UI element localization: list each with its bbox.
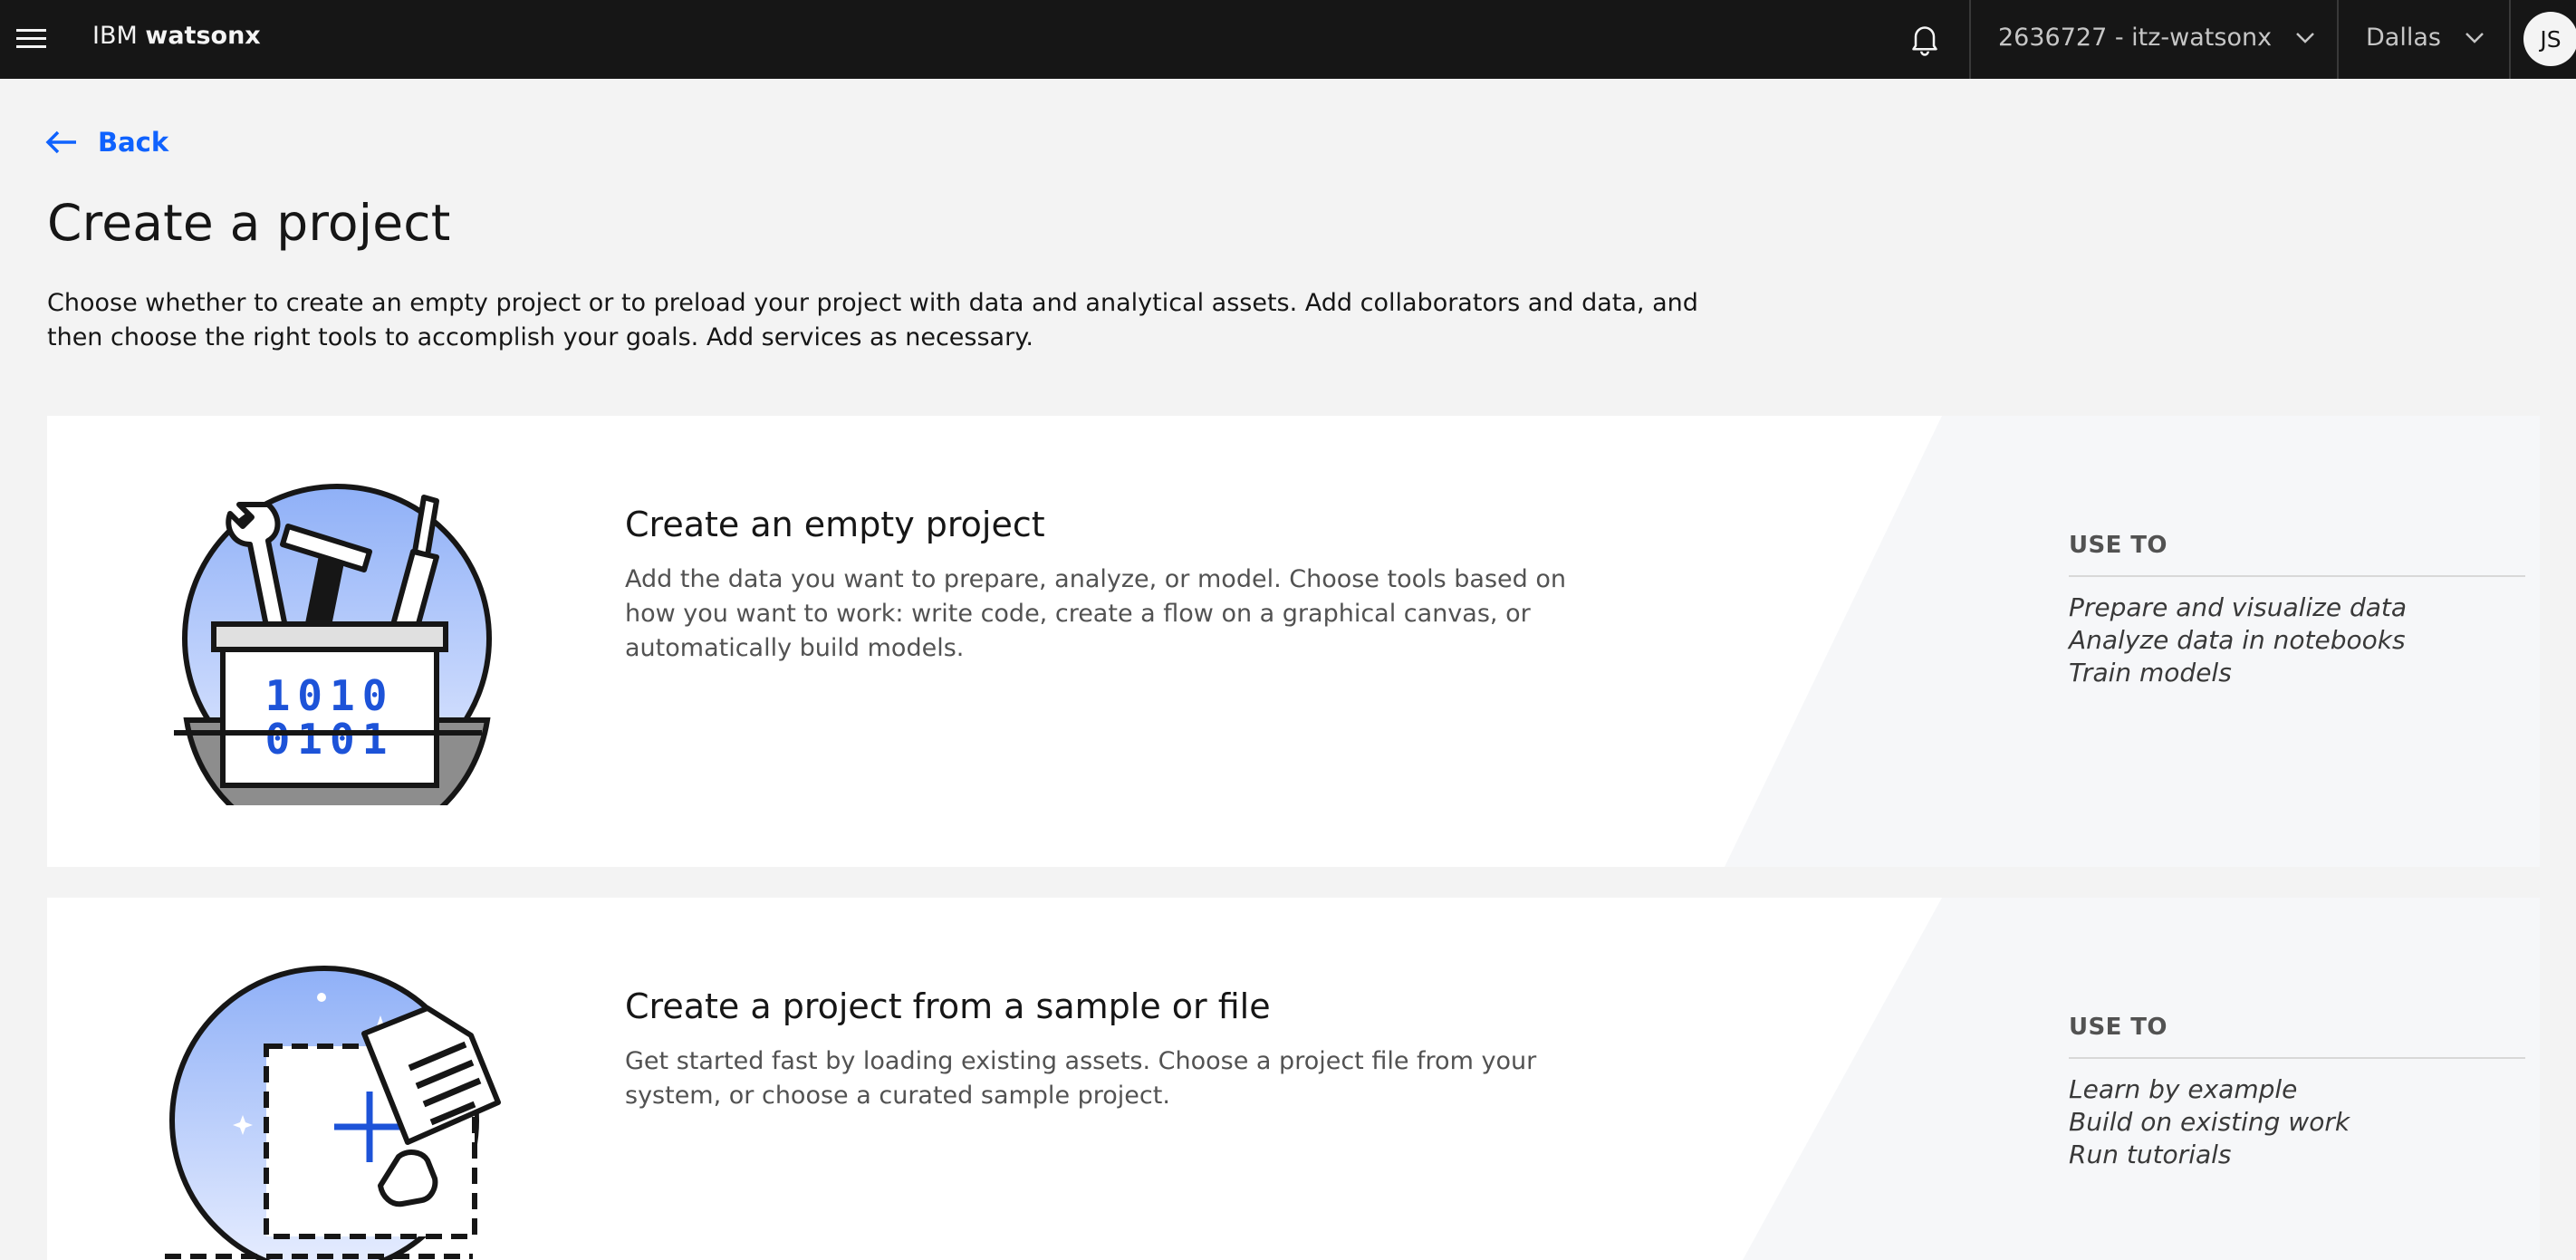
chevron-down-icon (2465, 33, 2484, 43)
use-to-item: Build on existing work (2069, 1107, 2350, 1137)
use-to-item: Run tutorials (2069, 1140, 2232, 1169)
hamburger-menu-icon[interactable] (16, 22, 49, 54)
card-description: Get started fast by loading existing ass… (625, 1047, 1537, 1110)
card-title: Create a project from a sample or file (625, 986, 1271, 1026)
use-to-label: USE TO (2069, 532, 2525, 577)
back-label: Back (98, 127, 169, 158)
region-switcher[interactable]: Dallas (2366, 20, 2485, 56)
illustration-binary-line: 1010 (265, 671, 395, 720)
use-to-item: Learn by example (2069, 1074, 2298, 1104)
notification-bell-icon[interactable] (1904, 18, 1946, 60)
use-to-item: Prepare and visualize data (2069, 592, 2408, 622)
use-to-item: Analyze data in notebooks (2069, 625, 2406, 655)
header-divider (2337, 0, 2339, 79)
header-divider (2509, 0, 2511, 79)
account-switcher[interactable]: 2636727 - itz-watsonx (1998, 20, 2315, 56)
avatar-initials: JS (2540, 25, 2562, 53)
chevron-down-icon (2296, 33, 2314, 43)
create-empty-project-card[interactable]: 1010 0101 Create an empty project Add th… (47, 416, 2540, 867)
page-description: Choose whether to create an empty projec… (47, 289, 1698, 351)
brand-name: watsonx (145, 22, 261, 50)
account-label: 2636727 - itz-watsonx (1998, 24, 2273, 52)
use-to-section: USE TO Prepare and visualize data Analyz… (2069, 532, 2525, 689)
product-brand[interactable]: IBM watsonx (92, 18, 261, 54)
region-label: Dallas (2366, 24, 2441, 52)
card-title: Create an empty project (625, 505, 1045, 544)
card-description: Add the data you want to prepare, analyz… (625, 565, 1566, 662)
create-from-sample-card[interactable]: Create a project from a sample or file G… (47, 898, 2540, 1260)
arrow-left-icon (45, 130, 76, 154)
file-upload-illustration-icon (165, 961, 509, 1260)
page-title: Create a project (47, 194, 451, 252)
back-link[interactable]: Back (45, 127, 168, 158)
top-navigation-bar: IBM watsonx 2636727 - itz-watsonx Dallas… (0, 0, 2576, 79)
use-to-label: USE TO (2069, 1014, 2525, 1059)
illustration-binary-line: 0101 (265, 715, 395, 764)
header-divider (1969, 0, 1971, 79)
toolbox-illustration-icon: 1010 0101 (174, 479, 500, 852)
use-to-item: Train models (2069, 658, 2232, 688)
brand-prefix: IBM (92, 22, 138, 50)
user-avatar[interactable]: JS (2523, 12, 2576, 66)
use-to-section: USE TO Learn by example Build on existin… (2069, 1014, 2525, 1171)
